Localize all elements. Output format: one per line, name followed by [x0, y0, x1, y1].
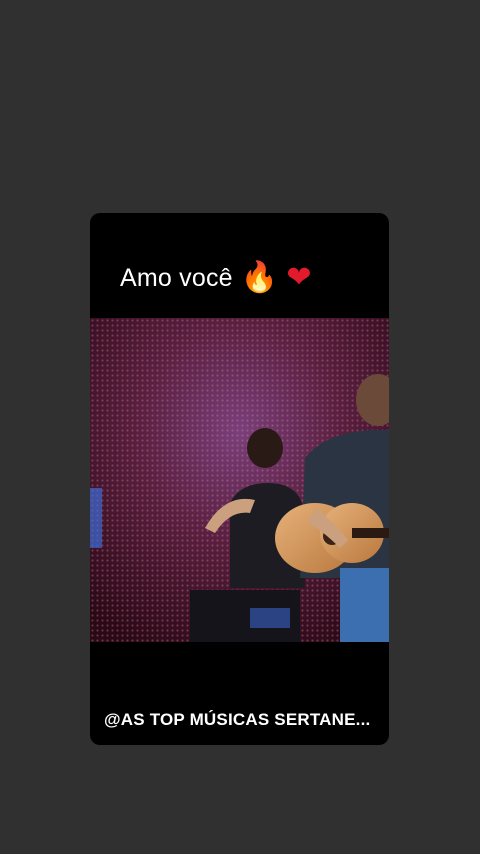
- story-card[interactable]: Amo você 🔥 ❤ @AS TOP MÚSICAS SERTANE...: [90, 213, 389, 745]
- watermark-text: @AS TOP MÚSICAS SERTANE...: [104, 710, 371, 729]
- story-viewer: Amo você 🔥 ❤ @AS TOP MÚSICAS SERTANE...: [0, 0, 480, 854]
- red-heart-emoji-icon: ❤: [286, 260, 312, 295]
- concert-video[interactable]: [90, 318, 389, 642]
- caption-text: Amo você: [120, 263, 233, 292]
- caption: Amo você 🔥 ❤: [120, 263, 312, 293]
- concert-video-frame: [90, 318, 389, 642]
- fire-emoji-icon: 🔥: [240, 260, 279, 295]
